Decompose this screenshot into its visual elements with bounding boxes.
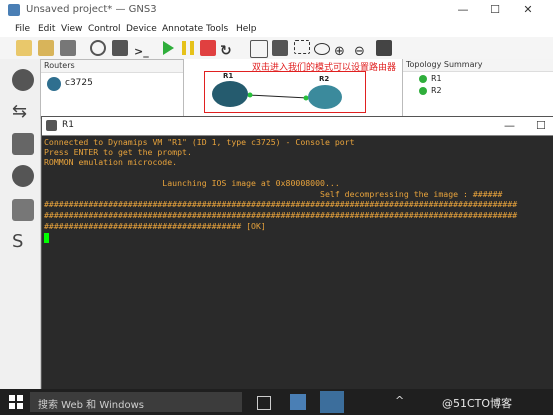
routers-category-icon[interactable]: [12, 69, 34, 91]
windows-start-icon[interactable]: [8, 394, 24, 410]
add-link-icon[interactable]: S: [12, 231, 34, 253]
console-maximize-icon[interactable]: ☐: [536, 119, 546, 132]
summary-panel-header: Topology Summary: [403, 59, 553, 72]
menu-device[interactable]: Device: [126, 24, 157, 34]
menu-edit[interactable]: Edit: [38, 24, 55, 34]
r2-status-icon: [419, 87, 427, 95]
summary-panel-title: Topology Summary: [406, 60, 483, 69]
gns3-app-icon: [8, 4, 20, 16]
menu-tools[interactable]: Tools: [206, 24, 228, 34]
terminal-cursor: [44, 233, 49, 243]
console-minimize-icon[interactable]: —: [504, 119, 515, 132]
console-line: ########################################…: [44, 199, 518, 209]
window-title: Unsaved project* — GNS3: [26, 4, 157, 15]
menu-annotate[interactable]: Annotate: [162, 24, 203, 34]
open-folder-icon[interactable]: [38, 40, 54, 56]
reload-icon[interactable]: ↻: [220, 40, 236, 59]
menu-bar: File Edit View Control Device Annotate T…: [0, 22, 553, 37]
topology-summary-panel: Topology Summary R1 R2: [402, 59, 553, 117]
putty-app-icon: [46, 120, 57, 131]
save-icon[interactable]: [60, 40, 76, 56]
routers-panel-title: Routers: [44, 61, 75, 70]
menu-file[interactable]: File: [15, 24, 30, 34]
menu-control[interactable]: Control: [88, 24, 121, 34]
routers-panel: Routers c3725: [40, 59, 184, 119]
console-line: ROMMON emulation microcode.: [44, 157, 178, 167]
close-icon[interactable]: ✕: [520, 3, 536, 16]
zoom-in-icon[interactable]: ⊕: [334, 40, 350, 59]
app-titlebar: Unsaved project* — GNS3 — ☐ ✕: [0, 0, 553, 23]
console-line: Launching IOS image at 0x80008000...: [44, 178, 340, 188]
gns3-taskbar-icon[interactable]: [290, 394, 306, 410]
console-output[interactable]: Connected to Dynamips VM "R1" (ID 1, typ…: [42, 136, 553, 391]
task-view-icon[interactable]: [257, 396, 271, 410]
stop-icon[interactable]: [200, 40, 216, 56]
screenshot-icon[interactable]: [376, 40, 392, 56]
end-devices-category-icon[interactable]: [12, 133, 34, 155]
console-line: Press ENTER to get the prompt.: [44, 147, 192, 157]
routers-panel-header: Routers: [41, 60, 183, 73]
console-window: R1 — ☐ Connected to Dynamips VM "R1" (ID…: [41, 116, 553, 392]
list-icon[interactable]: [112, 40, 128, 56]
edit-note-icon[interactable]: [250, 40, 268, 58]
summary-node-r1[interactable]: R1: [431, 74, 442, 83]
zoom-out-icon[interactable]: ⊖: [354, 40, 370, 59]
console-icon[interactable]: >_: [134, 40, 150, 58]
network-app-taskbar-icon[interactable]: [320, 391, 344, 413]
console-titlebar: R1 — ☐: [42, 117, 553, 136]
router-r2-icon[interactable]: [308, 85, 342, 109]
image-icon[interactable]: [272, 40, 288, 56]
clock-icon[interactable]: [90, 40, 106, 56]
r1-status-icon: [419, 75, 427, 83]
windows-taskbar: 搜索 Web 和 Windows ^ @51CTO博客: [0, 389, 553, 415]
router-template-c3725[interactable]: c3725: [65, 78, 93, 88]
maximize-icon[interactable]: ☐: [487, 3, 503, 16]
search-box[interactable]: 搜索 Web 和 Windows: [30, 392, 242, 412]
topology-canvas[interactable]: 双击进入我们的模式可以设置路由器 R1 R2: [184, 59, 402, 117]
watermark-text: @51CTO博客: [442, 397, 513, 410]
console-line: ########################################…: [44, 210, 518, 220]
console-line: Self decompressing the image : ######: [44, 189, 503, 199]
pause-icon[interactable]: [180, 40, 196, 56]
ellipse-icon[interactable]: [314, 43, 330, 55]
menu-help[interactable]: Help: [236, 24, 257, 34]
device-type-bar: ⇆ S: [0, 59, 41, 415]
notification-icon[interactable]: ^: [395, 394, 411, 410]
router-r1-icon[interactable]: [212, 81, 248, 107]
console-line: ########################################…: [44, 221, 266, 231]
console-title: R1: [62, 120, 74, 130]
all-devices-category-icon[interactable]: [12, 199, 34, 221]
play-icon[interactable]: [160, 40, 176, 56]
console-line: Connected to Dynamips VM "R1" (ID 1, typ…: [44, 137, 355, 147]
summary-node-r2[interactable]: R2: [431, 86, 442, 95]
security-devices-category-icon[interactable]: [12, 165, 34, 187]
rectangle-icon[interactable]: [294, 40, 310, 54]
menu-view[interactable]: View: [61, 24, 82, 34]
search-placeholder: 搜索 Web 和 Windows: [38, 400, 144, 411]
new-project-icon[interactable]: [16, 40, 32, 56]
switches-category-icon[interactable]: ⇆: [12, 101, 34, 123]
toolbar: >_ ↻ ⊕ ⊖: [0, 37, 553, 60]
minimize-icon[interactable]: —: [455, 3, 471, 16]
router-icon[interactable]: [47, 77, 61, 91]
